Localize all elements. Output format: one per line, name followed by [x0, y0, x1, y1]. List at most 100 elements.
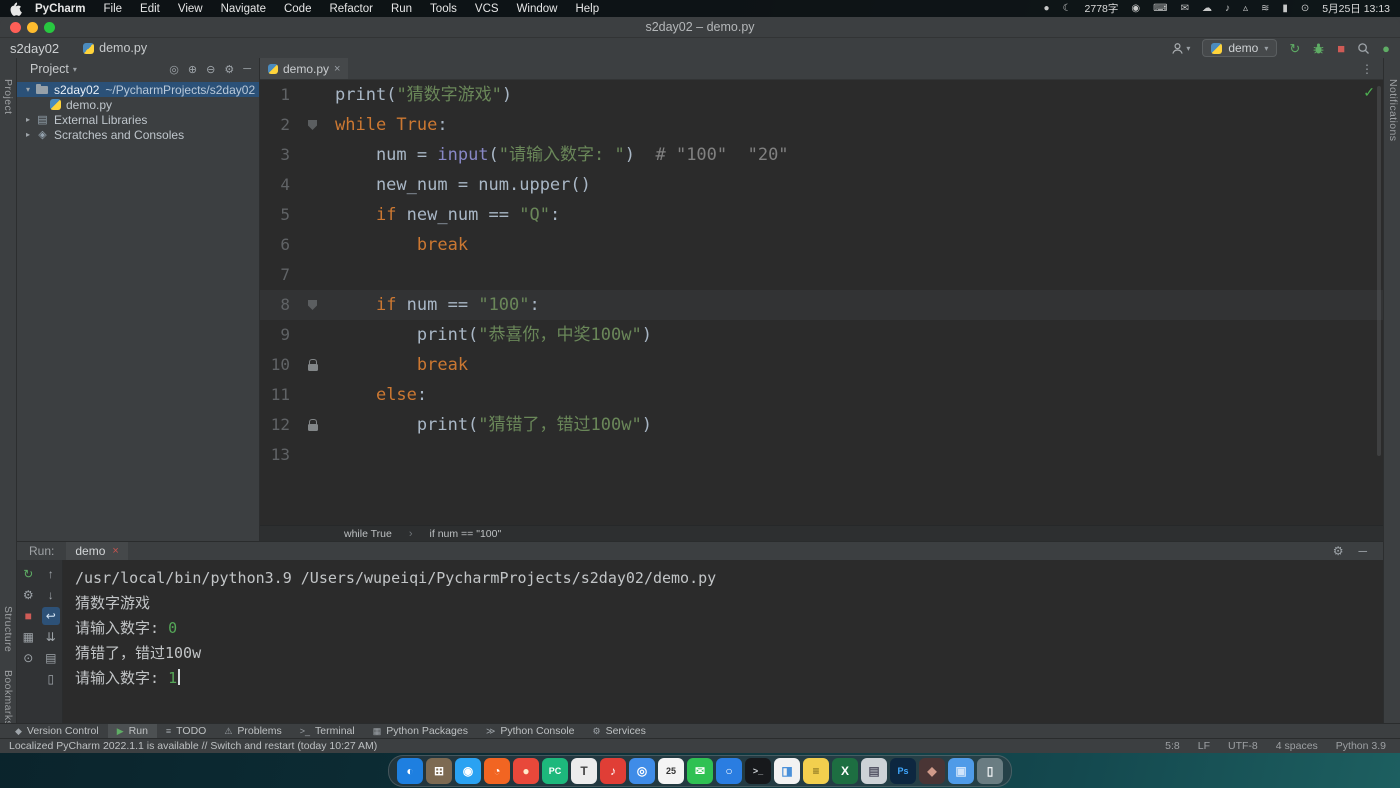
dock-icon-music[interactable]: ♪: [600, 758, 626, 784]
rerun-icon[interactable]: ↻: [19, 565, 37, 583]
cloud-icon[interactable]: ☁: [1202, 3, 1212, 14]
dock-icon-trash[interactable]: ▯: [977, 758, 1003, 784]
rerun-button[interactable]: ↻: [1289, 42, 1300, 55]
debug-button[interactable]: [1312, 42, 1325, 55]
dock-icon-qq[interactable]: ○: [716, 758, 742, 784]
tree-item-demo-py[interactable]: demo.py: [17, 97, 259, 112]
breadcrumb-item-if-num-100[interactable]: if num == "100": [421, 526, 511, 541]
status-widget-python-3-9[interactable]: Python 3.9: [1336, 740, 1386, 752]
messages-icon[interactable]: ✉: [1181, 3, 1189, 14]
toolwindow-button-python-packages[interactable]: ▦Python Packages: [364, 724, 477, 738]
toolwindow-button-problems[interactable]: ⚠Problems: [215, 724, 290, 738]
dock-icon-typora[interactable]: T: [571, 758, 597, 784]
menubar-item-vcs[interactable]: VCS: [466, 3, 508, 15]
stripe-notifications-button[interactable]: Notifications: [1387, 79, 1399, 141]
airdrop-icon[interactable]: ▵: [1243, 3, 1248, 14]
dock-icon-chrome[interactable]: ◎: [629, 758, 655, 784]
menubar-item-pycharm[interactable]: PyCharm: [26, 3, 95, 15]
search-everywhere-icon[interactable]: [1357, 42, 1370, 55]
stripe-project-button[interactable]: Project: [2, 79, 14, 114]
hide-icon[interactable]: ─: [243, 63, 251, 76]
stop-button[interactable]: ■: [1337, 42, 1345, 55]
status-widget-lf[interactable]: LF: [1198, 740, 1210, 752]
close-tab-icon[interactable]: ×: [334, 63, 340, 75]
wifi-icon[interactable]: ≋: [1261, 3, 1269, 14]
run-settings-icon[interactable]: ⚙: [1333, 544, 1344, 558]
code-line[interactable]: 12 print("猜错了，错过100w"): [260, 410, 1383, 440]
code-line[interactable]: 4 new_num = num.upper(): [260, 170, 1383, 200]
python-status-icon[interactable]: ●: [1382, 42, 1390, 55]
hide-run-panel-icon[interactable]: ─: [1358, 544, 1367, 558]
window-titlebar[interactable]: s2day02 – demo.py: [0, 17, 1400, 38]
apple-icon[interactable]: [10, 2, 26, 16]
stripe-bookmarks-button[interactable]: Bookmarks: [2, 670, 14, 726]
dock-icon-stickies[interactable]: ≡: [803, 758, 829, 784]
status-widget-5-8[interactable]: 5:8: [1165, 740, 1180, 752]
menubar-item-view[interactable]: View: [169, 3, 212, 15]
menubar-item-window[interactable]: Window: [508, 3, 567, 15]
toolwindow-button-todo[interactable]: ≡TODO: [157, 724, 215, 738]
tree-chevron-icon[interactable]: ▾: [22, 85, 34, 94]
code-line[interactable]: 3 num = input("请输入数字: ") # "100" "20": [260, 140, 1383, 170]
code-line[interactable]: 5 if new_num == "Q":: [260, 200, 1383, 230]
control-center-icon[interactable]: ⊙: [1301, 3, 1309, 14]
dock-icon-pycharm[interactable]: PC: [542, 758, 568, 784]
editor-scrollbar[interactable]: [1377, 86, 1381, 456]
menubar-clock[interactable]: 5月25日 13:13: [1322, 1, 1390, 16]
tree-item-s2day02[interactable]: ▾s2day02~/PycharmProjects/s2day02: [17, 82, 259, 97]
dock-icon-wechat[interactable]: ✉: [687, 758, 713, 784]
dock-icon-excel[interactable]: X: [832, 758, 858, 784]
expand-all-icon[interactable]: ⊕: [188, 63, 197, 76]
dock-icon-photoshop[interactable]: Ps: [890, 758, 916, 784]
locate-icon[interactable]: ◎: [169, 63, 179, 76]
menubar-item-edit[interactable]: Edit: [131, 3, 169, 15]
dock-icon-finder[interactable]: ◐: [397, 758, 423, 784]
status-widget-utf-8[interactable]: UTF-8: [1228, 740, 1258, 752]
restore-layout-icon[interactable]: ▦: [19, 628, 37, 646]
dock-icon-terminal[interactable]: >_: [745, 758, 771, 784]
status-message[interactable]: Localized PyCharm 2022.1.1 is available …: [0, 740, 377, 752]
settings-icon[interactable]: ⚙: [224, 63, 234, 76]
dock-icon-app-dark[interactable]: ◆: [919, 758, 945, 784]
dock-icon-preview[interactable]: ◨: [774, 758, 800, 784]
up-stack-icon[interactable]: ↑: [42, 565, 60, 583]
project-panel-title[interactable]: Project: [30, 62, 69, 76]
menubar-item-refactor[interactable]: Refactor: [320, 3, 381, 15]
music-icon[interactable]: ♪: [1225, 3, 1230, 14]
code-line[interactable]: 13: [260, 440, 1383, 470]
stripe-structure-button[interactable]: Structure: [2, 606, 14, 652]
print-icon[interactable]: ▤: [42, 649, 60, 667]
dock-icon-firefox[interactable]: ◔: [484, 758, 510, 784]
tree-chevron-icon[interactable]: ▸: [22, 115, 34, 124]
camera-icon[interactable]: ◉: [1131, 3, 1140, 14]
dock-icon-calendar[interactable]: 25: [658, 758, 684, 784]
clear-all-icon[interactable]: ▯: [42, 670, 60, 688]
tree-item-external-libraries[interactable]: ▸▤External Libraries: [17, 112, 259, 127]
toolwindow-button-run[interactable]: ▶Run: [108, 724, 157, 738]
toolwindow-button-version-control[interactable]: ◆Version Control: [6, 724, 108, 738]
menubar-item-navigate[interactable]: Navigate: [212, 3, 275, 15]
collapse-all-icon[interactable]: ⊖: [206, 63, 215, 76]
inspections-ok-icon[interactable]: ✓: [1363, 84, 1375, 101]
code-line[interactable]: 8 if num == "100":: [260, 290, 1383, 320]
dock-icon-launchpad[interactable]: ⊞: [426, 758, 452, 784]
soft-wrap-icon[interactable]: ↩: [42, 607, 60, 625]
input-word-count[interactable]: 2778字: [1085, 1, 1119, 16]
code-line[interactable]: 6 break: [260, 230, 1383, 260]
file-chip[interactable]: demo.py: [83, 41, 147, 55]
down-stack-icon[interactable]: ↓: [42, 586, 60, 604]
scroll-to-end-icon[interactable]: ⇊: [42, 628, 60, 646]
dock-icon-notes[interactable]: ▤: [861, 758, 887, 784]
code-line[interactable]: 9 print("恭喜你，中奖100w"): [260, 320, 1383, 350]
code-line[interactable]: 2while True:: [260, 110, 1383, 140]
profile-button[interactable]: ▾: [1171, 42, 1190, 55]
run-tab-demo[interactable]: demo ×: [66, 542, 127, 560]
keyboard-icon[interactable]: ⌨: [1153, 3, 1167, 14]
project-name-button[interactable]: s2day02: [10, 41, 59, 56]
menubar-item-tools[interactable]: Tools: [421, 3, 466, 15]
pin-icon[interactable]: ⊙: [19, 649, 37, 667]
code-editor[interactable]: 1print("猜数字游戏")2while True:3 num = input…: [260, 80, 1383, 525]
run-settings-icon[interactable]: ⚙: [19, 586, 37, 604]
breadcrumb-item-while-true[interactable]: while True: [335, 526, 401, 541]
editor-tab-demo-py[interactable]: demo.py ×: [260, 58, 348, 79]
